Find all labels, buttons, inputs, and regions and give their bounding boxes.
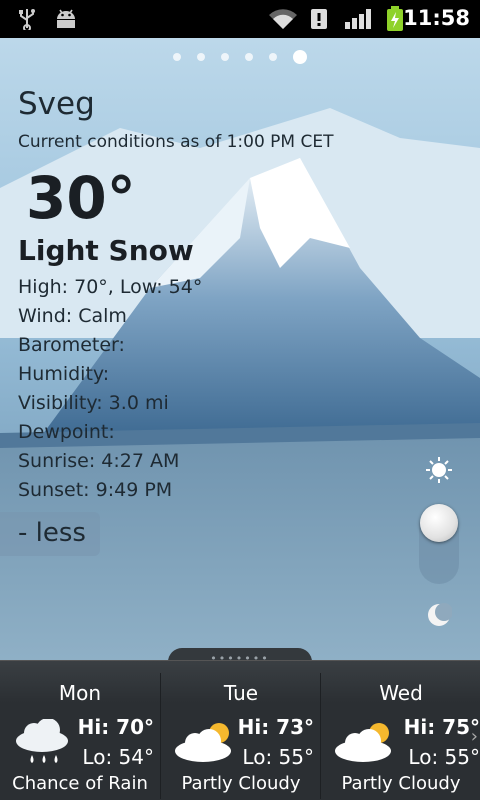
forecast-day-tue[interactable]: Tue Hi: 73° Lo: 55° Partly Cloudy [160, 673, 320, 799]
page-dot[interactable] [221, 52, 229, 61]
forecast-day-mon[interactable]: Mon Hi: 70° Lo: 54° Chance of Rain [0, 673, 160, 799]
dewpoint-text: Dewpoint: [18, 421, 115, 443]
status-bar: 11:58 [0, 0, 480, 38]
rain-cloud-icon [16, 719, 68, 763]
sunrise-text: Sunrise: 4:27 AM [18, 450, 180, 472]
sun-icon [426, 457, 452, 483]
low-temp: Lo: 55° [408, 745, 480, 769]
chevron-right-icon[interactable]: › [471, 726, 478, 747]
weather-scene[interactable]: Sveg Current conditions as of 1:00 PM CE… [0, 38, 480, 660]
day-name: Tue [223, 681, 259, 705]
high-temp: Hi: 75° [403, 715, 480, 739]
current-temperature: 30° [26, 164, 136, 232]
high-temp: Hi: 73° [237, 715, 314, 739]
day-name: Mon [58, 681, 102, 705]
forecast-description: Partly Cloudy [341, 773, 461, 794]
forecast-panel[interactable]: Mon Hi: 70° Lo: 54° Chance of Rain Tue H… [0, 660, 480, 800]
low-temp: Lo: 55° [242, 745, 314, 769]
clock: 11:58 [403, 6, 470, 30]
forecast-description: Chance of Rain [12, 773, 148, 794]
day-night-slider-knob[interactable] [420, 504, 458, 542]
forecast-description: Partly Cloudy [181, 773, 301, 794]
visibility-text: Visibility: 3.0 mi [18, 392, 169, 414]
battery-charging-icon [387, 6, 403, 31]
as-of-text: Current conditions as of 1:00 PM CET [18, 132, 334, 152]
barometer-text: Barometer: [18, 334, 125, 356]
wind-text: Wind: Calm [18, 305, 127, 327]
condition-text: Light Snow [18, 234, 194, 267]
city-name: Sveg [18, 86, 95, 122]
page-dot[interactable] [245, 52, 253, 61]
signal-icon [345, 9, 371, 29]
wifi-icon [269, 9, 297, 30]
partly-cloudy-icon [175, 723, 231, 762]
page-indicator [0, 46, 480, 65]
forecast-day-wed[interactable]: Wed Hi: 75° Lo: 55° Partly Cloudy [320, 673, 480, 799]
android-debug-icon [57, 9, 75, 28]
page-dot-active[interactable] [293, 49, 307, 64]
day-name: Wed [379, 681, 423, 705]
usb-icon [19, 9, 35, 30]
high-low-text: High: 70°, Low: 54° [18, 276, 203, 298]
less-button[interactable]: - less [0, 512, 100, 556]
low-temp: Lo: 54° [82, 745, 154, 769]
partly-cloudy-icon [335, 723, 391, 762]
moon-icon [428, 603, 452, 626]
alert-icon [311, 9, 327, 29]
high-temp: Hi: 70° [77, 715, 154, 739]
humidity-text: Humidity: [18, 363, 110, 385]
page-dot[interactable] [173, 52, 181, 61]
sunset-text: Sunset: 9:49 PM [18, 479, 173, 501]
page-dot[interactable] [197, 52, 205, 61]
page-dot[interactable] [269, 52, 277, 61]
